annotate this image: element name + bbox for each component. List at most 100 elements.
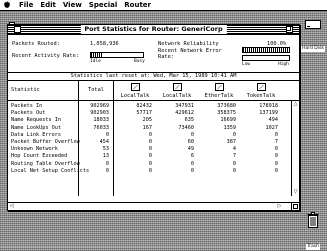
recent-activity-label: Recent Activity Rate: xyxy=(12,53,79,59)
table-row: Hop Count Exceeded 13 0 6 7 0 xyxy=(8,153,288,160)
menu-bar: File Edit View Special Router xyxy=(0,0,327,11)
table-header: Statistic Total LocalTalk LocalTalk Ethe… xyxy=(8,81,299,101)
statistics-table: Packets In 902969 82432 347931 373680 178918 P… xyxy=(8,101,299,196)
column-header-localtalk-1: LocalTalk xyxy=(120,93,150,99)
row-label: Local Net Setup Conflicts xyxy=(11,167,90,174)
column-header-ethertalk: EtherTalk xyxy=(204,93,234,99)
table-cell: 167 xyxy=(142,124,152,131)
table-cell: 0 xyxy=(190,160,194,167)
menu-special[interactable]: Special xyxy=(89,1,117,9)
table-cell: 0 xyxy=(148,160,152,167)
table-cell: 57717 xyxy=(136,110,152,117)
table-cell: 635 xyxy=(184,117,194,124)
recent-error-high-label: High xyxy=(278,62,289,67)
table-cell: 0 xyxy=(148,167,152,174)
table-cell: 16699 xyxy=(220,117,236,124)
table-cell: 82432 xyxy=(136,103,152,109)
hard-disk-glyph-icon xyxy=(305,20,321,29)
tokentalk-port-icon xyxy=(257,83,266,91)
table-cell: 0 xyxy=(232,167,236,174)
reliability-gauge xyxy=(242,47,290,53)
hard-disk-icon[interactable]: Hard Disk xyxy=(300,15,326,53)
desktop-document-icon[interactable] xyxy=(8,14,16,29)
table-row: Name Requests In 18033 205 635 16699 494 xyxy=(8,117,288,124)
zoom-box-icon[interactable] xyxy=(286,26,293,33)
table-cell: 429612 xyxy=(175,110,194,117)
table-row: Data Link Errors 0 0 0 0 0 xyxy=(8,132,288,139)
table-row: Packets Out 902903 57717 429612 358375 137199 xyxy=(8,110,288,117)
table-cell: 0 xyxy=(232,160,236,167)
column-header-localtalk-2: LocalTalk xyxy=(162,93,192,99)
packets-routed-label: Packets Routed: xyxy=(12,41,60,47)
table-cell: 0 xyxy=(274,167,278,174)
table-row: Local Net Setup Conflicts 0 0 0 0 0 xyxy=(8,168,288,175)
scroll-right-arrow-icon[interactable]: ▷ xyxy=(276,203,283,210)
table-cell: 53 xyxy=(102,146,109,153)
table-cell: 0 xyxy=(274,160,278,167)
table-cell: 454 xyxy=(99,139,109,145)
table-cell: 0 xyxy=(190,167,194,174)
menu-router[interactable]: Router xyxy=(124,1,151,9)
close-box-icon[interactable] xyxy=(14,26,21,33)
table-cell: 4 xyxy=(232,146,236,153)
scroll-left-arrow-icon[interactable]: ◁ xyxy=(8,203,15,210)
row-label: Packets In xyxy=(11,103,43,109)
table-cell: 13 xyxy=(102,153,109,160)
table-cell: 0 xyxy=(148,139,152,145)
table-cell: 0 xyxy=(105,160,109,167)
statistics-reset-line: Statistics last reset at: Wed, Mar 15, 1… xyxy=(8,72,299,81)
table-cell: 18033 xyxy=(93,117,109,124)
localtalk-port-icon xyxy=(131,83,140,91)
scroll-up-arrow-icon[interactable]: △ xyxy=(292,101,299,108)
row-label: Name LookUps Out xyxy=(11,124,61,131)
table-cell: 0 xyxy=(190,131,194,138)
packets-routed-value: 1,058,936 xyxy=(90,41,119,47)
row-label: Unknown Network xyxy=(11,146,58,153)
recent-activity-low-label: Idle xyxy=(90,59,101,64)
row-label: Routing Table Overflow xyxy=(11,160,80,167)
recent-error-gauge xyxy=(242,55,290,61)
table-cell: 0 xyxy=(148,146,152,153)
recent-error-label-line2: Rate: xyxy=(158,54,174,60)
window-title: Port Statistics for Router: GeneriCorp xyxy=(80,25,227,34)
recent-activity-gauge-fill xyxy=(91,53,103,57)
table-cell: 0 xyxy=(274,146,278,153)
apple-menu-icon[interactable] xyxy=(2,0,12,10)
table-cell: 178918 xyxy=(259,103,278,109)
network-reliability-label: Network Reliability xyxy=(158,41,219,47)
vertical-scrollbar[interactable]: △ ▽ xyxy=(291,101,299,196)
table-cell: 49 xyxy=(187,146,194,153)
menu-file[interactable]: File xyxy=(19,1,33,9)
row-label: Data Link Errors xyxy=(11,131,61,138)
window-title-bar[interactable]: Port Statistics for Router: GeneriCorp xyxy=(8,25,299,35)
localtalk-port-icon xyxy=(173,83,182,91)
scroll-down-arrow-icon[interactable]: ▽ xyxy=(292,189,299,196)
table-row: Packets In 902969 82432 347931 373680 178918 xyxy=(8,103,288,110)
table-cell: 387 xyxy=(226,139,236,145)
hard-disk-label: Hard Disk xyxy=(301,46,325,52)
port-statistics-window: Port Statistics for Router: GeneriCorp P… xyxy=(7,24,300,211)
size-box-icon[interactable] xyxy=(291,202,299,210)
horizontal-scrollbar[interactable]: ◁ ▷ xyxy=(8,202,299,210)
column-divider xyxy=(78,81,79,100)
column-header-statistic: Statistic xyxy=(11,87,40,93)
row-label: Name Requests In xyxy=(11,117,61,124)
recent-activity-high-label: Busy xyxy=(134,59,145,64)
table-cell: 1359 xyxy=(223,124,237,131)
table-row: Routing Table Overflow 0 0 0 0 0 xyxy=(8,161,288,168)
table-cell: 347931 xyxy=(175,103,194,109)
table-cell: 0 xyxy=(274,153,278,160)
recent-activity-gauge xyxy=(90,52,144,58)
trash-icon[interactable]: Trash xyxy=(301,212,325,251)
trash-label: Trash xyxy=(306,244,320,250)
menu-view[interactable]: View xyxy=(63,1,82,9)
row-label: Packet Buffer Overflow xyxy=(11,139,80,145)
menu-edit[interactable]: Edit xyxy=(40,1,56,9)
column-header-total: Total xyxy=(88,87,104,93)
table-cell: 0 xyxy=(274,131,278,138)
table-cell: 137199 xyxy=(259,110,278,117)
column-header-tokentalk: TokenTalk xyxy=(246,93,276,99)
table-cell: 902903 xyxy=(90,110,109,117)
table-cell: 7 xyxy=(274,139,278,145)
table-row: Name LookUps Out 76033 167 73460 1359 1027 xyxy=(8,125,288,132)
